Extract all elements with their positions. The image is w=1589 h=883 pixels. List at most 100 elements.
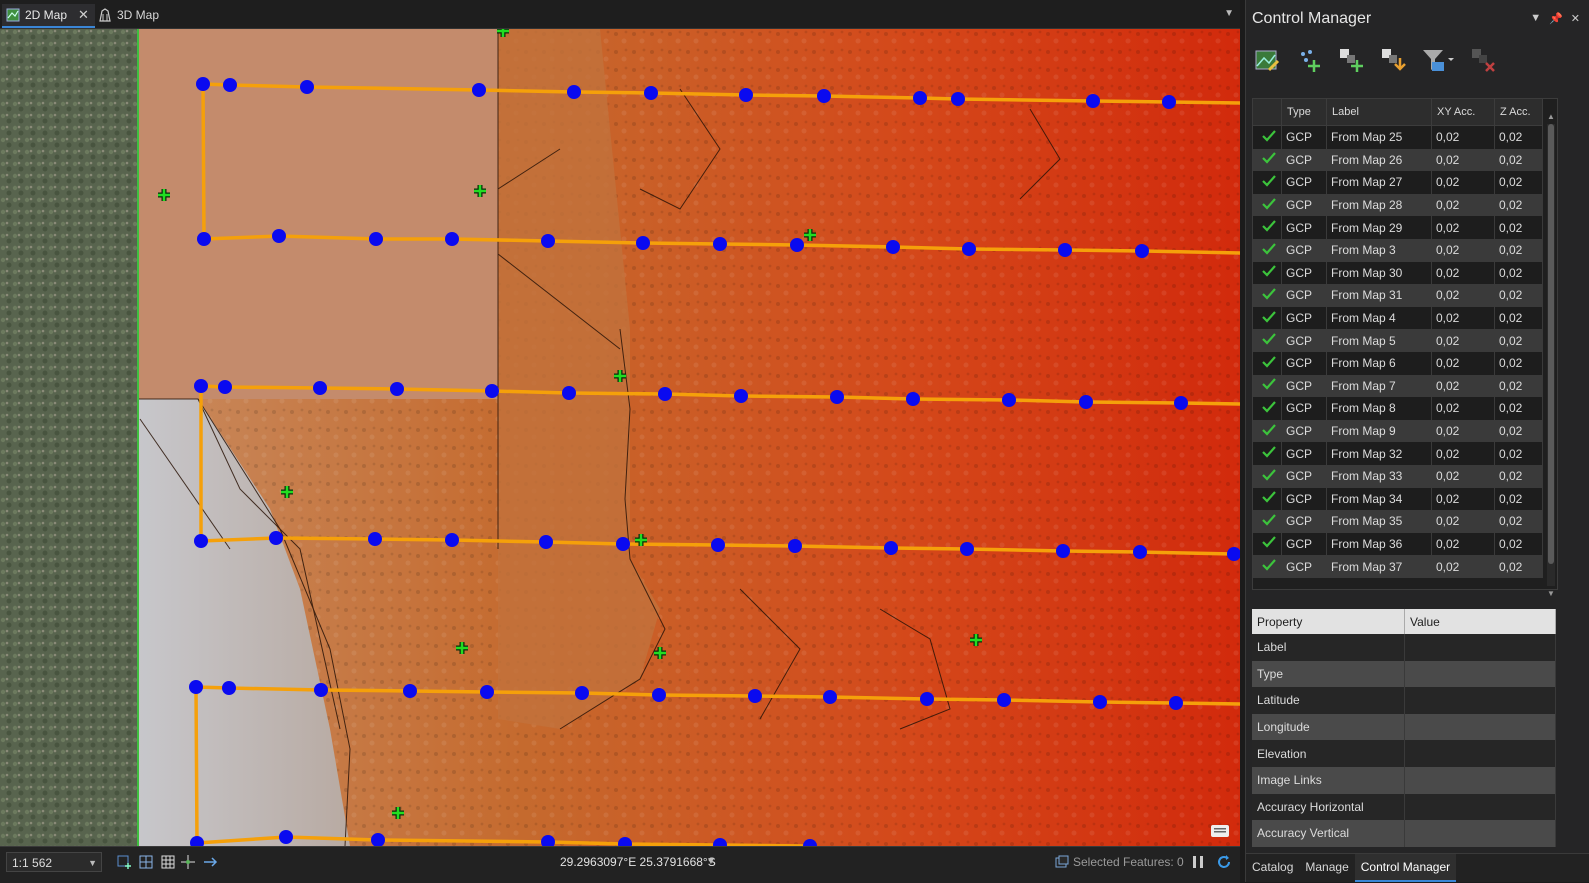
refresh-icon[interactable] <box>1216 854 1232 870</box>
tie-point[interactable] <box>788 539 802 553</box>
tie-point[interactable] <box>830 390 844 404</box>
tie-point[interactable] <box>300 80 314 94</box>
tie-point[interactable] <box>445 232 459 246</box>
attribution-icon[interactable] <box>1210 824 1230 840</box>
selected-features-status[interactable]: Selected Features: 0 <box>1055 852 1184 872</box>
gcp-status-cell[interactable] <box>1253 238 1282 262</box>
tab-catalog[interactable]: Catalog <box>1246 854 1299 880</box>
tie-point[interactable] <box>368 532 382 546</box>
gcp-status-cell[interactable] <box>1253 351 1282 375</box>
close-icon[interactable]: ✕ <box>1571 12 1580 25</box>
tie-point[interactable] <box>951 92 965 106</box>
delete-gcp-button[interactable] <box>1468 44 1498 76</box>
tie-point[interactable] <box>823 690 837 704</box>
tie-point[interactable] <box>575 686 589 700</box>
gcp-status-cell[interactable] <box>1253 306 1282 330</box>
gcp-table-row[interactable]: GCP From Map 36 0,02 0,02 <box>1253 532 1543 556</box>
gcp-status-cell[interactable] <box>1253 193 1282 217</box>
header-status[interactable] <box>1253 99 1282 126</box>
property-value-cell[interactable] <box>1404 766 1556 794</box>
tie-point[interactable] <box>1162 95 1176 109</box>
property-value-cell[interactable] <box>1404 660 1556 688</box>
tie-point[interactable] <box>1079 395 1093 409</box>
tie-point[interactable] <box>711 538 725 552</box>
coordinate-format-chevron-icon[interactable]: ▼ <box>706 852 716 872</box>
tie-point[interactable] <box>480 685 494 699</box>
tie-point[interactable] <box>272 229 286 243</box>
property-value-cell[interactable] <box>1404 687 1556 714</box>
property-value-cell[interactable] <box>1404 634 1556 661</box>
gcp-status-cell[interactable] <box>1253 464 1282 488</box>
property-value-cell[interactable] <box>1404 820 1556 847</box>
map-canvas[interactable] <box>0 29 1240 846</box>
gcp-table-row[interactable]: GCP From Map 35 0,02 0,02 <box>1253 510 1543 533</box>
tab-manage[interactable]: Manage <box>1299 854 1354 880</box>
gcp-table-row[interactable]: GCP From Map 26 0,02 0,02 <box>1253 148 1543 172</box>
tie-point[interactable] <box>1058 243 1072 257</box>
property-value-cell[interactable] <box>1404 713 1556 741</box>
tie-point[interactable] <box>906 392 920 406</box>
gcp-status-cell[interactable] <box>1253 419 1282 443</box>
gcp-status-cell[interactable] <box>1253 555 1282 578</box>
property-row[interactable]: Latitude <box>1252 687 1556 714</box>
scroll-up-icon[interactable]: ▲ <box>1547 112 1555 121</box>
gcp-table-row[interactable]: GCP From Map 27 0,02 0,02 <box>1253 171 1543 194</box>
close-icon[interactable]: ✕ <box>78 4 89 26</box>
gcp-status-cell[interactable] <box>1253 487 1282 511</box>
gcp-table-row[interactable]: GCP From Map 3 0,02 0,02 <box>1253 238 1543 262</box>
gcp-table-row[interactable]: GCP From Map 28 0,02 0,02 <box>1253 193 1543 217</box>
tab-3d-map[interactable]: 3D Map <box>94 4 165 26</box>
filter-button[interactable] <box>1420 44 1456 76</box>
tie-point[interactable] <box>445 533 459 547</box>
gcp-table-row[interactable]: GCP From Map 34 0,02 0,02 <box>1253 487 1543 511</box>
tie-point[interactable] <box>636 236 650 250</box>
tie-point[interactable] <box>960 542 974 556</box>
tab-2d-map[interactable]: 2D Map ✕ <box>2 4 95 28</box>
tie-point[interactable] <box>616 537 630 551</box>
tie-point[interactable] <box>218 380 232 394</box>
tie-point[interactable] <box>269 531 283 545</box>
property-value-cell[interactable] <box>1404 793 1556 821</box>
gcp-status-cell[interactable] <box>1253 374 1282 398</box>
tie-point[interactable] <box>403 684 417 698</box>
tie-point[interactable] <box>1056 544 1070 558</box>
gcp-status-cell[interactable] <box>1253 397 1282 420</box>
gcp-status-cell[interactable] <box>1253 216 1282 239</box>
tie-point[interactable] <box>886 240 900 254</box>
property-row[interactable]: Accuracy Horizontal <box>1252 793 1556 821</box>
tie-point[interactable] <box>920 692 934 706</box>
tie-point[interactable] <box>222 681 236 695</box>
tie-point[interactable] <box>1093 695 1107 709</box>
tie-point[interactable] <box>313 381 327 395</box>
add-gcp-button[interactable] <box>1336 44 1366 76</box>
gcp-table-row[interactable]: GCP From Map 9 0,02 0,02 <box>1253 419 1543 443</box>
tie-point[interactable] <box>194 379 208 393</box>
tie-point[interactable] <box>748 689 762 703</box>
gcp-table-row[interactable]: GCP From Map 33 0,02 0,02 <box>1253 464 1543 488</box>
gcp-table-row[interactable]: GCP From Map 8 0,02 0,02 <box>1253 397 1543 420</box>
header-xy-accuracy[interactable]: XY Acc. <box>1431 99 1495 126</box>
gcp-status-cell[interactable] <box>1253 261 1282 285</box>
tie-point[interactable] <box>652 688 666 702</box>
property-row[interactable]: Elevation <box>1252 740 1556 767</box>
tie-point[interactable] <box>884 541 898 555</box>
tie-point[interactable] <box>658 387 672 401</box>
gcp-status-cell[interactable] <box>1253 329 1282 352</box>
tie-point[interactable] <box>194 534 208 548</box>
tie-point[interactable] <box>817 89 831 103</box>
crosshair-icon[interactable] <box>180 854 196 870</box>
tie-point[interactable] <box>390 382 404 396</box>
tie-point[interactable] <box>314 683 328 697</box>
gcp-table-row[interactable]: GCP From Map 7 0,02 0,02 <box>1253 374 1543 398</box>
grid-snap-icon[interactable] <box>116 854 132 870</box>
tie-point[interactable] <box>1133 545 1147 559</box>
image-links-button[interactable] <box>1252 44 1282 76</box>
tie-point[interactable] <box>913 91 927 105</box>
tie-point[interactable] <box>1002 393 1016 407</box>
measure-grid-icon[interactable] <box>138 854 154 870</box>
tie-point[interactable] <box>1169 696 1183 710</box>
add-tie-points-button[interactable] <box>1294 44 1324 76</box>
property-row[interactable]: Image Links <box>1252 766 1556 794</box>
gcp-status-cell[interactable] <box>1253 125 1282 149</box>
gcp-table-row[interactable]: GCP From Map 5 0,02 0,02 <box>1253 329 1543 352</box>
